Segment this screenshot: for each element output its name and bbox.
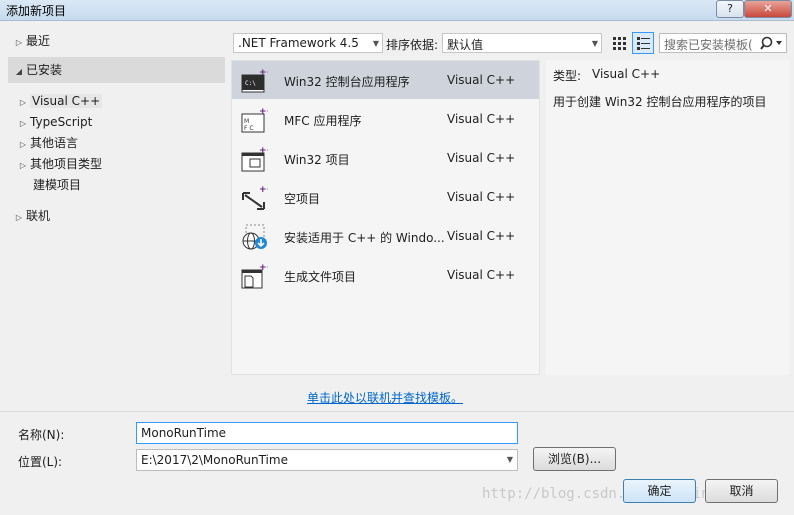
- template-language: Visual C++: [447, 112, 516, 126]
- expand-arrow-icon[interactable]: ▷: [12, 208, 26, 228]
- close-button[interactable]: ✕: [744, 0, 792, 18]
- template-name: 安装适用于 C++ 的 Windo...: [284, 231, 444, 245]
- search-icon: [760, 36, 782, 50]
- template-language: Visual C++: [447, 73, 516, 87]
- search-placeholder: 搜索已安装模板(: [664, 38, 753, 52]
- sort-dropdown[interactable]: 默认值 ▼: [442, 33, 602, 53]
- dropdown-arrow-icon: ▼: [506, 455, 513, 464]
- template-language: Visual C++: [447, 229, 516, 243]
- tree-label: 最近: [26, 34, 51, 48]
- dropdown-arrow-icon: ▼: [372, 39, 379, 48]
- tree-label: 其他语言: [30, 136, 79, 150]
- template-language: Visual C++: [447, 268, 516, 282]
- tree-item-typescript[interactable]: ▷ TypeScript: [16, 112, 92, 132]
- template-item[interactable]: C:\ ++ Win32 控制台应用程序 Visual C++: [232, 61, 539, 99]
- win32-project-icon: ++: [241, 146, 268, 172]
- tree-item-installed[interactable]: ◢ 已安装: [12, 60, 62, 80]
- dropdown-arrow-icon: ▼: [591, 39, 598, 48]
- template-language: Visual C++: [447, 190, 516, 204]
- svg-text:M: M: [244, 118, 249, 125]
- svg-text:++: ++: [259, 146, 268, 156]
- list-view-icon: [637, 37, 650, 50]
- name-label: 名称(N):: [18, 428, 65, 442]
- sort-label: 排序依据:: [386, 38, 439, 52]
- small-icons-view-button[interactable]: [609, 33, 629, 53]
- tree-label: 其他项目类型: [30, 157, 103, 171]
- tree-label: 建模项目: [33, 178, 82, 192]
- template-list: C:\ ++ Win32 控制台应用程序 Visual C++ MF C ++ …: [231, 60, 540, 375]
- tree-item-online[interactable]: ▷ 联机: [12, 206, 50, 226]
- svg-text:++: ++: [259, 263, 268, 273]
- name-value: MonoRunTime: [141, 426, 227, 440]
- framework-value: .NET Framework 4.5: [238, 36, 359, 50]
- expand-arrow-icon[interactable]: ▷: [12, 33, 26, 53]
- expand-arrow-icon[interactable]: ▷: [16, 93, 30, 113]
- expand-arrow-icon[interactable]: ▷: [16, 135, 30, 155]
- template-name: Win32 项目: [284, 153, 350, 167]
- type-label: 类型:: [553, 69, 582, 83]
- help-button[interactable]: ?: [716, 0, 744, 18]
- install-windows-sdk-icon: [242, 224, 267, 250]
- template-item[interactable]: ++ Win32 项目 Visual C++: [232, 139, 539, 177]
- empty-project-icon: ++: [242, 185, 268, 210]
- tree-item-other-project-types[interactable]: ▷ 其他项目类型: [16, 154, 102, 174]
- expand-arrow-icon[interactable]: ▷: [16, 114, 30, 134]
- template-item[interactable]: ++ 生成文件项目 Visual C++: [232, 256, 539, 294]
- tree-label: 联机: [26, 209, 51, 223]
- tree-label: Visual C++: [30, 94, 103, 108]
- sort-value: 默认值: [447, 38, 484, 52]
- svg-text:++: ++: [259, 107, 268, 117]
- svg-text:++: ++: [259, 185, 268, 195]
- svg-text:F C: F C: [244, 125, 254, 132]
- location-dropdown[interactable]: E:\2017\2\MonoRunTime ▼: [136, 449, 518, 471]
- template-name: MFC 应用程序: [284, 114, 362, 128]
- template-name: 空项目: [284, 192, 321, 206]
- location-label: 位置(L):: [18, 455, 63, 469]
- ok-button[interactable]: 确定: [623, 479, 696, 503]
- name-input[interactable]: MonoRunTime: [136, 422, 518, 444]
- template-item[interactable]: 安装适用于 C++ 的 Windo... Visual C++: [232, 217, 539, 255]
- type-value: Visual C++: [592, 67, 661, 81]
- svg-text:C:\: C:\: [245, 80, 256, 87]
- window-title: 添加新项目: [6, 4, 67, 18]
- collapse-arrow-icon[interactable]: ◢: [12, 62, 26, 82]
- location-value: E:\2017\2\MonoRunTime: [141, 453, 288, 467]
- tree-item-recent[interactable]: ▷ 最近: [12, 31, 50, 51]
- list-view-button[interactable]: [632, 32, 654, 54]
- console-app-icon: C:\ ++: [241, 68, 268, 93]
- online-templates-link[interactable]: 单击此处以联机并查找模板。: [307, 389, 463, 406]
- template-description: 用于创建 Win32 控制台应用程序的项目: [553, 95, 767, 109]
- search-input[interactable]: 搜索已安装模板(: [659, 33, 787, 53]
- tree-label: 已安装: [26, 63, 63, 77]
- tree-label: TypeScript: [30, 115, 93, 129]
- template-item[interactable]: ++ 空项目 Visual C++: [232, 178, 539, 216]
- search-button[interactable]: [758, 34, 786, 52]
- tree-item-other-languages[interactable]: ▷ 其他语言: [16, 133, 78, 153]
- tree-item-visual-cpp[interactable]: ▷ Visual C++: [16, 91, 103, 113]
- template-item[interactable]: MF C ++ MFC 应用程序 Visual C++: [232, 100, 539, 138]
- expand-arrow-icon[interactable]: ▷: [16, 156, 30, 176]
- tree-item-modeling-projects[interactable]: 建模项目: [30, 175, 81, 195]
- divider: [0, 411, 794, 412]
- framework-dropdown[interactable]: .NET Framework 4.5 ▼: [233, 33, 383, 53]
- mfc-app-icon: MF C ++: [241, 107, 268, 133]
- makefile-project-icon: ++: [241, 263, 268, 289]
- template-language: Visual C++: [447, 151, 516, 165]
- svg-text:++: ++: [259, 68, 268, 78]
- template-details-panel: 类型: Visual C++ 用于创建 Win32 控制台应用程序的项目: [546, 60, 789, 375]
- grid-view-icon: [613, 37, 626, 50]
- cancel-button[interactable]: 取消: [705, 479, 778, 503]
- template-name: Win32 控制台应用程序: [284, 75, 410, 89]
- template-name: 生成文件项目: [284, 270, 357, 284]
- title-bar: [0, 0, 794, 21]
- browse-button[interactable]: 浏览(B)...: [533, 447, 616, 471]
